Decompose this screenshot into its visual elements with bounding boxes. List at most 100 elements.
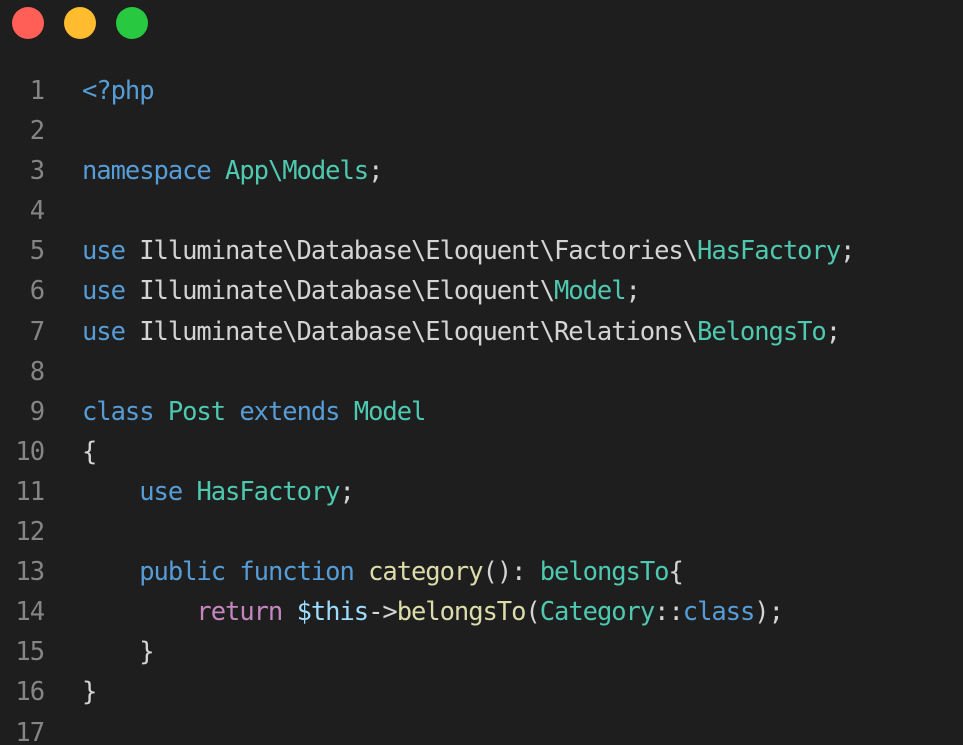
code-token: use (82, 236, 126, 267)
code-text: return $this->belongsTo(Category::class)… (82, 592, 784, 632)
code-text: <?php (82, 71, 155, 111)
code-line: 12 (0, 512, 963, 552)
line-number: 7 (29, 316, 45, 347)
code-editor[interactable]: 1 <?php 2 3 namespace App\Models; 4 5 use Illum… (0, 71, 963, 745)
code-token: Category (539, 597, 655, 628)
line-number: 17 (15, 717, 45, 745)
code-text: use Illuminate\Database\Eloquent\Factori… (82, 231, 855, 271)
line-number: 10 (15, 436, 45, 467)
code-line: 5 use Illuminate\Database\Eloquent\Factor… (0, 231, 963, 271)
code-token: return (196, 597, 283, 628)
code-token: { (668, 557, 683, 588)
code-text: } (82, 672, 97, 712)
code-token: } (82, 677, 97, 708)
code-token: ; (625, 276, 641, 307)
line-number: 15 (15, 637, 45, 668)
code-line: 7 use Illuminate\Database\Eloquent\Relati… (0, 312, 963, 352)
code-token: namespace (82, 156, 212, 187)
code-token: class (682, 597, 756, 628)
code-token: ; (825, 316, 841, 347)
code-token: BelongsTo (697, 316, 827, 347)
code-line: 11 use HasFactory; (0, 472, 963, 512)
code-line: 10 { (0, 432, 963, 472)
line-number: 6 (29, 276, 45, 307)
code-token: ); (754, 597, 784, 628)
code-line: 4 (0, 191, 963, 231)
line-number: 11 (15, 476, 45, 507)
code-token: Illuminate\Database\Eloquent\ (124, 276, 555, 307)
code-line: 2 (0, 111, 963, 151)
line-number: 9 (29, 396, 45, 427)
code-line: 15 } (0, 632, 963, 672)
line-number: 1 (29, 76, 45, 106)
code-text: namespace App\Models; (82, 151, 383, 191)
code-token: use (82, 276, 126, 307)
line-number: 3 (29, 156, 45, 187)
line-number: 16 (15, 677, 45, 708)
code-token: ; (339, 476, 354, 507)
code-token: ; (368, 156, 383, 187)
code-line: 1 <?php (0, 71, 963, 111)
code-token: } (139, 637, 154, 668)
code-token: use (82, 316, 126, 347)
code-token: HasFactory (697, 236, 841, 267)
code-token: use (139, 476, 183, 507)
code-token: $this (296, 597, 370, 628)
code-line: 16} (0, 672, 963, 712)
code-text: use Illuminate\Database\Eloquent\Model; (82, 271, 641, 311)
code-token: Model (353, 396, 427, 427)
code-text: use Illuminate\Database\Eloquent\Relatio… (82, 312, 841, 352)
code-token: HasFactory (196, 476, 340, 507)
code-window: 1 <?php 2 3 namespace App\Models; 4 5 use Illum… (0, 0, 963, 745)
code-token: Post (167, 396, 226, 427)
code-token: { (82, 436, 97, 467)
code-token: class (82, 396, 155, 427)
code-text: use HasFactory; (82, 472, 355, 512)
code-line: 8 (0, 352, 963, 392)
code-text: public function category(): belongsTo{ (82, 552, 684, 592)
code-token: ; (840, 236, 855, 267)
code-token: Illuminate\Database\Eloquent\Factories\ (124, 236, 698, 267)
code-text: { (82, 432, 97, 472)
code-token: category (368, 557, 483, 588)
line-number: 13 (15, 557, 45, 588)
line-number: 2 (29, 116, 45, 147)
code-token: extends (239, 396, 340, 427)
title-bar (0, 0, 963, 48)
line-number: 8 (29, 356, 45, 387)
code-token: Illuminate\Database\Eloquent\Relations\ (124, 316, 698, 347)
code-token: :: (654, 597, 684, 628)
code-line: 17 (0, 713, 963, 745)
code-line: 6 use Illuminate\Database\Eloquent\Model; (0, 271, 963, 311)
code-token: belongsTo (539, 557, 670, 588)
code-text: class Post extends Model (82, 392, 427, 432)
code-text: } (82, 632, 154, 672)
close-icon[interactable] (12, 7, 44, 39)
code-token: <?php (82, 76, 155, 106)
code-line: 13 public function category(): belongsTo… (0, 552, 963, 592)
code-line: 3 namespace App\Models; (0, 151, 963, 191)
maximize-icon[interactable] (116, 7, 148, 39)
line-number: 14 (15, 597, 45, 628)
code-token: function (239, 557, 354, 588)
code-token: App\Models (225, 156, 369, 187)
code-token: (): (482, 557, 540, 588)
code-line: 9 class Post extends Model (0, 392, 963, 432)
minimize-icon[interactable] (64, 7, 96, 39)
code-token: Model (554, 276, 627, 307)
line-number: 4 (29, 196, 45, 227)
line-number: 12 (15, 517, 45, 548)
code-token: ( (525, 597, 540, 628)
